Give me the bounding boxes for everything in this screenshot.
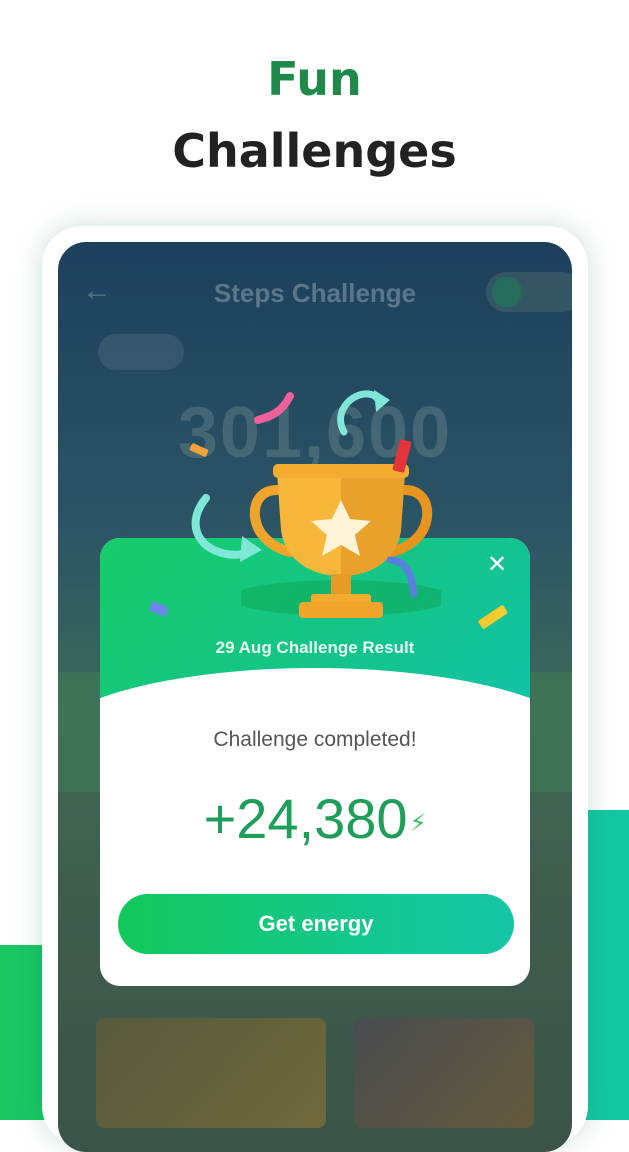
energy-amount-row: +24,380⚡ — [100, 786, 530, 851]
energy-amount: +24,380 — [203, 787, 408, 850]
confetti-swirl-top — [337, 390, 390, 436]
headline-accent: Fun — [267, 52, 362, 106]
confetti-pink — [254, 392, 294, 424]
cloud-decoration — [98, 334, 184, 370]
energy-dot — [492, 277, 522, 307]
phone-mockup: ← Steps Challenge 301,600 ✕ 29 Aug Chall… — [42, 226, 588, 1152]
get-energy-button[interactable]: Get energy — [118, 894, 514, 954]
energy-pill[interactable] — [486, 272, 572, 312]
headline-main: Challenges — [172, 124, 457, 178]
confetti-blue-right — [386, 556, 418, 598]
promo-banner-left[interactable] — [96, 1018, 326, 1128]
close-icon[interactable]: ✕ — [482, 550, 512, 580]
status-text: Challenge completed! — [213, 728, 417, 751]
phone-screen: ← Steps Challenge 301,600 ✕ 29 Aug Chall… — [58, 242, 572, 1152]
app-bar: ← Steps Challenge — [58, 242, 572, 342]
promo-banner-right[interactable] — [354, 1018, 534, 1128]
lightning-bolt-icon: ⚡ — [409, 809, 427, 837]
confetti-swirl-left — [191, 494, 262, 562]
